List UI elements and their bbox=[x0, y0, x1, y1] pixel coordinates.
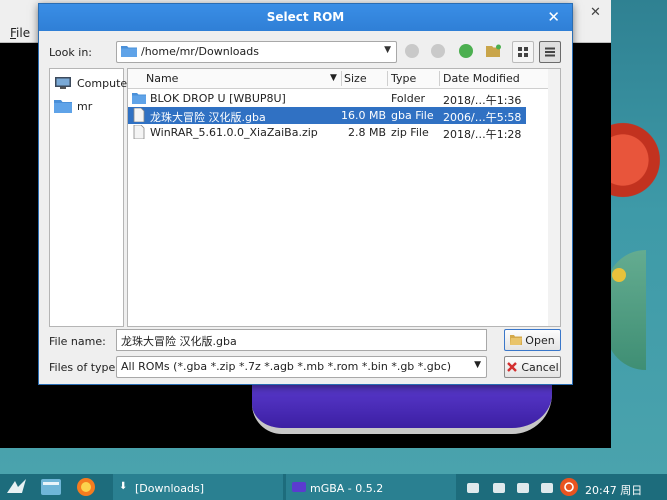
chevron-down-icon: ▼ bbox=[384, 45, 391, 55]
new-folder-button[interactable] bbox=[484, 41, 504, 61]
file-name: WinRAR_5.61.0.0_XiaZaiBa.zip bbox=[150, 126, 318, 139]
column-header-type[interactable]: Type bbox=[391, 72, 416, 85]
close-icon[interactable]: ✕ bbox=[590, 5, 601, 20]
column-divider bbox=[439, 71, 440, 86]
download-arrow-icon: ⬇ bbox=[119, 481, 128, 492]
task-downloads[interactable]: ⬇ [Downloads] bbox=[113, 474, 283, 500]
cancel-button-label: Cancel bbox=[521, 360, 559, 374]
bluetooth-icon[interactable] bbox=[467, 483, 479, 493]
folder-icon bbox=[132, 93, 146, 104]
sort-indicator-icon: ▼ bbox=[330, 73, 337, 83]
cancel-x-icon bbox=[507, 362, 518, 372]
file-name: 龙珠大冒险 汉化版.gba bbox=[150, 111, 266, 124]
computer-icon bbox=[55, 77, 71, 89]
table-row[interactable]: BLOK DROP U [WBUP8U] Folder 2018/…午1:36 bbox=[128, 90, 526, 107]
keyboard-icon[interactable] bbox=[517, 483, 529, 493]
start-menu-icon[interactable] bbox=[4, 477, 30, 497]
look-in-path: /home/mr/Downloads bbox=[141, 45, 259, 58]
cancel-button[interactable]: Cancel bbox=[504, 356, 561, 378]
files-of-type-label: Files of type: bbox=[49, 361, 120, 374]
file-name-label: File name: bbox=[49, 335, 106, 348]
task-mgba[interactable]: mGBA - 0.5.2 bbox=[286, 474, 456, 500]
parent-directory-button[interactable] bbox=[456, 41, 476, 61]
places-sidebar: Computer mr bbox=[49, 68, 132, 327]
forward-arrow-icon bbox=[431, 44, 445, 58]
look-in-combobox[interactable]: /home/mr/Downloads ▼ bbox=[116, 41, 397, 63]
menu-file[interactable]: File bbox=[10, 26, 30, 40]
sidebar-item-mr[interactable]: mr bbox=[54, 97, 92, 115]
back-arrow-icon bbox=[405, 44, 419, 58]
chevron-down-icon: ▼ bbox=[474, 360, 481, 370]
column-header-size[interactable]: Size bbox=[344, 72, 367, 85]
file-type: zip File bbox=[391, 126, 429, 139]
wallpaper-decoration bbox=[604, 110, 667, 210]
folder-icon bbox=[121, 46, 137, 57]
back-button[interactable] bbox=[402, 41, 422, 61]
detail-view-button[interactable] bbox=[539, 41, 561, 63]
dialog-titlebar: Select ROM ✕ bbox=[39, 4, 572, 31]
folder-icon bbox=[54, 100, 72, 113]
column-divider bbox=[387, 71, 388, 86]
sidebar-item-computer[interactable]: Computer bbox=[54, 74, 132, 92]
open-folder-icon bbox=[510, 335, 523, 345]
open-button-label: Open bbox=[525, 333, 555, 347]
file-type: gba File bbox=[391, 109, 434, 122]
file-size: 2.8 MB bbox=[347, 126, 386, 139]
file-date: 2018/…午1:36 bbox=[443, 94, 522, 107]
file-list-header: Name ▼ Size Type Date Modified bbox=[128, 69, 560, 89]
new-folder-icon bbox=[486, 44, 501, 57]
close-icon[interactable]: ✕ bbox=[547, 8, 560, 26]
file-name-value: 龙珠大冒险 汉化版.gba bbox=[121, 335, 237, 348]
clock[interactable]: 20:47 周日 bbox=[585, 482, 642, 498]
wallpaper-decoration bbox=[606, 250, 646, 370]
files-of-type-value: All ROMs (*.gba *.zip *.7z *.agb *.mb *.… bbox=[121, 360, 452, 373]
list-view-button[interactable] bbox=[512, 41, 534, 63]
table-row[interactable]: WinRAR_5.61.0.0_XiaZaiBa.zip 2.8 MB zip … bbox=[128, 124, 526, 141]
table-row-selected[interactable]: 龙珠大冒险 汉化版.gba 16.0 MB gba File 2006/…午5:… bbox=[128, 107, 526, 124]
forward-button[interactable] bbox=[428, 41, 448, 61]
file-name-input[interactable]: 龙珠大冒险 汉化版.gba bbox=[116, 329, 487, 351]
detail-view-icon bbox=[545, 47, 555, 57]
look-in-label: Look in: bbox=[49, 46, 92, 59]
battery-icon[interactable] bbox=[541, 483, 553, 493]
up-arrow-icon bbox=[459, 44, 473, 58]
file-date: 2006/…午5:58 bbox=[443, 111, 522, 124]
select-rom-dialog: Select ROM ✕ Look in: /home/mr/Downloads… bbox=[38, 3, 573, 385]
column-divider bbox=[341, 71, 342, 86]
column-header-date[interactable]: Date Modified bbox=[443, 72, 520, 85]
dialog-title: Select ROM bbox=[266, 10, 345, 24]
game-screen-graphic bbox=[252, 382, 552, 434]
file-manager-icon[interactable] bbox=[38, 477, 64, 497]
files-of-type-combobox[interactable]: All ROMs (*.gba *.zip *.7z *.agb *.mb *.… bbox=[116, 356, 487, 378]
firefox-icon[interactable] bbox=[74, 477, 98, 497]
sidebar-item-label: Computer bbox=[77, 76, 132, 90]
mgba-app-icon bbox=[292, 482, 306, 492]
file-type: Folder bbox=[391, 92, 425, 105]
sidebar-item-label: mr bbox=[77, 99, 93, 113]
list-view-icon bbox=[518, 47, 528, 57]
file-list: Name ▼ Size Type Date Modified BLOK DROP… bbox=[127, 68, 561, 327]
ubuntu-logo-icon bbox=[560, 478, 578, 496]
column-header-name[interactable]: Name bbox=[146, 72, 178, 85]
file-icon bbox=[133, 125, 145, 139]
task-label: mGBA - 0.5.2 bbox=[310, 482, 384, 495]
file-size: 16.0 MB bbox=[340, 109, 386, 122]
file-icon bbox=[133, 108, 145, 122]
cloud-icon[interactable] bbox=[493, 483, 505, 493]
task-label: [Downloads] bbox=[135, 482, 204, 495]
vertical-scrollbar[interactable] bbox=[548, 69, 560, 326]
open-button[interactable]: Open bbox=[504, 329, 561, 351]
file-date: 2018/…午1:28 bbox=[443, 128, 522, 141]
file-name: BLOK DROP U [WBUP8U] bbox=[150, 92, 286, 105]
wallpaper-decoration bbox=[612, 268, 626, 282]
taskbar: ⬇ [Downloads] mGBA - 0.5.2 20:47 周日 bbox=[0, 474, 667, 500]
